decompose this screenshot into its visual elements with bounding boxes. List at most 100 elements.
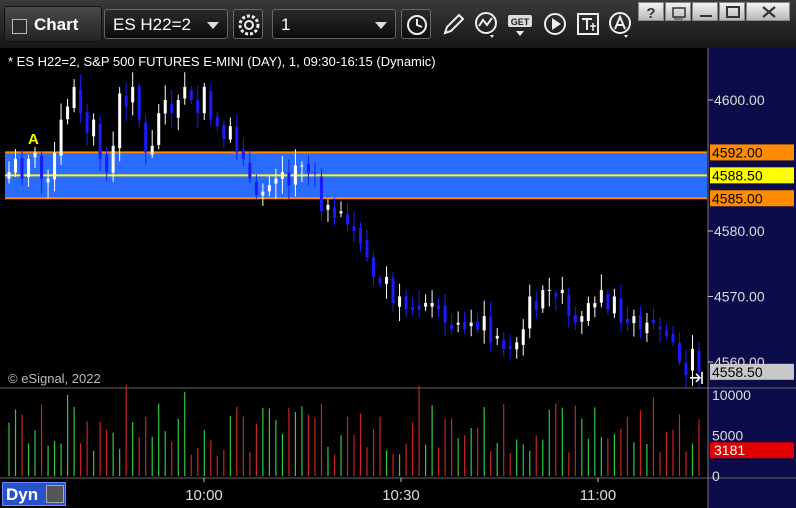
candle-body xyxy=(274,178,278,184)
price-tick-label: 4600.00 xyxy=(714,92,765,108)
alert-button[interactable] xyxy=(606,9,636,39)
candle-body xyxy=(495,335,499,339)
dynamic-mode-button[interactable]: Dyn xyxy=(2,482,66,506)
candle-body xyxy=(261,191,265,196)
candle-body xyxy=(424,303,428,307)
candle-body xyxy=(411,307,415,310)
time-tick-label: 10:30 xyxy=(382,487,420,504)
time-template-button[interactable] xyxy=(401,9,431,39)
pencil-icon xyxy=(443,13,465,35)
candle-body xyxy=(469,322,473,327)
candle-body xyxy=(398,296,402,307)
candle-body xyxy=(567,294,571,317)
candle-body xyxy=(137,86,141,120)
price-tag-label: 4558.50 xyxy=(712,364,763,380)
candle-body xyxy=(599,289,603,303)
candle-body xyxy=(463,322,467,330)
candle-body xyxy=(352,226,356,231)
candle-body xyxy=(645,322,649,334)
candle-body xyxy=(209,91,213,120)
candle-body xyxy=(417,305,421,310)
candle-body xyxy=(176,100,180,118)
close-button[interactable] xyxy=(746,2,790,21)
chart-area[interactable]: 4600.004580.004570.004560.004592.004588.… xyxy=(0,48,796,508)
candle-body xyxy=(287,172,291,186)
settings-button[interactable] xyxy=(233,9,263,39)
candle-body xyxy=(502,340,506,349)
chart-tab[interactable]: Chart xyxy=(4,6,102,42)
candle-body xyxy=(619,298,623,323)
get-button[interactable]: GET xyxy=(506,9,536,39)
volume-tag-label: 3181 xyxy=(714,442,745,458)
candle-body xyxy=(658,326,662,330)
interval-combo[interactable]: 1 xyxy=(272,9,396,39)
candle-body xyxy=(332,207,336,218)
candle-body xyxy=(638,315,642,330)
candle-body xyxy=(300,165,304,167)
candle-body xyxy=(40,155,44,179)
copyright-label: © eSignal, 2022 xyxy=(8,371,101,386)
studies-button[interactable] xyxy=(472,9,502,39)
svg-text:GET: GET xyxy=(511,17,530,27)
candle-body xyxy=(59,119,63,156)
minimize-button[interactable] xyxy=(692,2,718,21)
price-tag-label: 4588.50 xyxy=(712,167,763,183)
candle-body xyxy=(547,289,551,291)
toolbar: Chart ES H22=2 1 GET ? xyxy=(0,0,796,49)
candle-body xyxy=(202,86,206,114)
replay-button[interactable] xyxy=(540,9,570,39)
chart-window-icon xyxy=(12,19,27,34)
candle-body xyxy=(215,116,219,127)
get-icon: GET xyxy=(508,15,532,36)
candle-body xyxy=(372,257,376,277)
drawing-tools-button[interactable] xyxy=(438,9,468,39)
candle-body xyxy=(476,321,480,330)
price-tick-label: 4570.00 xyxy=(714,289,765,305)
chart-marker-label: A xyxy=(28,131,39,148)
candle-body xyxy=(534,301,538,310)
volume-tick-label: 5000 xyxy=(712,428,743,444)
candle-body xyxy=(53,152,57,180)
price-band xyxy=(5,151,707,200)
candle-body xyxy=(345,214,349,225)
chart-tab-label: Chart xyxy=(34,15,79,34)
candle-body xyxy=(228,126,232,140)
candle-body xyxy=(105,154,109,173)
candle-body xyxy=(508,345,512,349)
candle-body xyxy=(241,150,245,159)
minimize-icon xyxy=(700,15,712,17)
candle-body xyxy=(437,305,441,310)
chevron-down-icon xyxy=(207,22,219,29)
price-tag-label: 4592.00 xyxy=(712,144,763,160)
symbol-combo[interactable]: ES H22=2 xyxy=(104,9,228,39)
candle-body xyxy=(560,289,564,294)
candle-body xyxy=(150,145,154,155)
svg-text:?: ? xyxy=(646,5,655,22)
candle-body xyxy=(293,165,297,185)
candle-body xyxy=(326,204,330,210)
restore-icon xyxy=(672,7,686,20)
candle-body xyxy=(625,318,629,323)
candle-body xyxy=(27,158,31,178)
lock-icon xyxy=(46,485,64,503)
clock-icon xyxy=(407,15,427,35)
restore-button[interactable] xyxy=(665,2,691,21)
candle-body xyxy=(131,86,135,103)
candle-body xyxy=(79,89,83,114)
candle-body xyxy=(280,172,284,180)
candle-body xyxy=(66,106,70,120)
candle-body xyxy=(92,119,96,137)
text-tool-button[interactable] xyxy=(574,9,604,39)
volume-tick-label: 10000 xyxy=(712,387,751,403)
candle-body xyxy=(33,152,37,158)
candle-body xyxy=(20,158,24,179)
candle-body xyxy=(46,178,50,183)
close-icon xyxy=(762,6,776,18)
help-icon: ? xyxy=(646,5,655,22)
candle-body xyxy=(690,348,694,371)
time-tick-label: 10:00 xyxy=(185,487,223,504)
alert-icon xyxy=(609,12,631,38)
help-button[interactable]: ? xyxy=(638,2,664,22)
candle-body xyxy=(144,122,148,153)
maximize-button[interactable] xyxy=(719,2,745,21)
